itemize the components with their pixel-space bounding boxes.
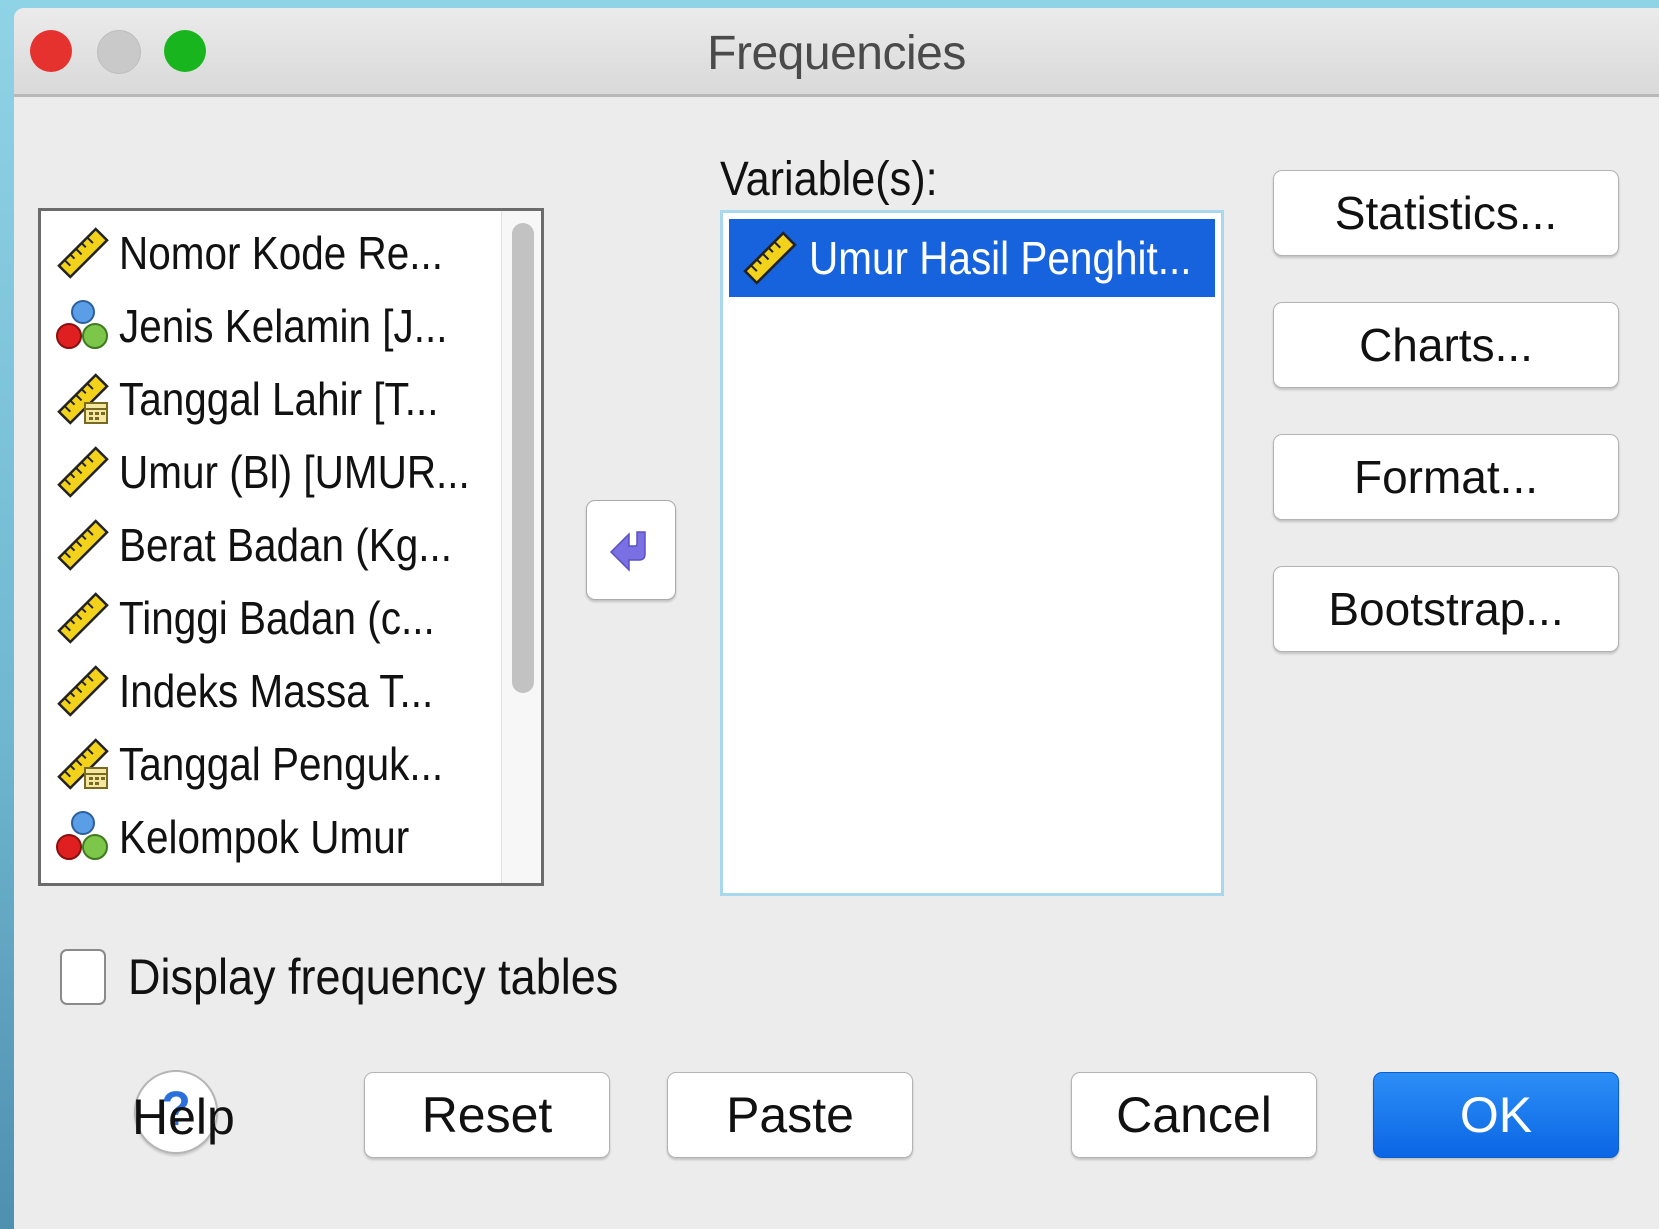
list-item[interactable]: Kelompok Umur [41, 807, 481, 867]
list-item-label: Nomor Kode Re... [119, 227, 443, 279]
window-title: Frequencies [707, 27, 966, 80]
selected-variable-item[interactable]: Umur Hasil Penghit... [729, 219, 1215, 297]
list-item-label: Umur (Bl) [UMUR... [119, 446, 470, 498]
list-item[interactable]: Tanggal Penguk... [41, 734, 481, 794]
source-variable-list[interactable]: Nomor Kode Re... Jenis Kelamin [J... Tan… [38, 208, 544, 886]
list-item-label: Tanggal Lahir [T... [119, 373, 439, 425]
vertical-scrollbar[interactable] [501, 211, 541, 883]
paste-button[interactable]: Paste [667, 1072, 913, 1158]
list-item-label: Tanggal Penguk... [119, 738, 444, 790]
list-item-label: Indeks Massa T... [119, 665, 434, 717]
reset-button[interactable]: Reset [364, 1072, 610, 1158]
list-item-label: Berat Badan (Kg... [119, 519, 453, 571]
display-frequency-tables-label: Display frequency tables [128, 949, 619, 1005]
bootstrap-button[interactable]: Bootstrap... [1273, 566, 1619, 652]
ok-button[interactable]: OK [1373, 1072, 1619, 1158]
move-variable-button[interactable] [586, 500, 676, 600]
list-item-label: Kelompok Umur [119, 811, 410, 863]
title-bar: Frequencies [14, 8, 1659, 97]
cancel-button[interactable]: Cancel [1071, 1072, 1317, 1158]
selected-variables-list[interactable]: Umur Hasil Penghit... [720, 210, 1224, 896]
charts-button[interactable]: Charts... [1273, 302, 1619, 388]
arrow-left-icon [609, 531, 646, 572]
format-button[interactable]: Format... [1273, 434, 1619, 520]
scale-ruler-icon [55, 444, 111, 500]
nominal-icon [55, 809, 111, 865]
date-scale-icon [55, 736, 111, 792]
display-frequency-tables-option[interactable]: Display frequency tables [60, 948, 673, 1006]
list-item[interactable]: Tinggi Badan (c... [41, 588, 481, 648]
list-item[interactable]: Berat Badan (Kg... [41, 515, 481, 575]
scale-ruler-icon [55, 225, 111, 281]
variables-label: Variable(s): [720, 153, 938, 206]
list-item-label: Tinggi Badan (c... [119, 592, 435, 644]
list-item[interactable]: Tanggal Lahir [T... [41, 369, 481, 429]
list-item[interactable]: Nomor Kode Re... [41, 223, 481, 283]
nominal-icon [55, 298, 111, 354]
date-scale-icon [55, 371, 111, 427]
help-label: Help [132, 1089, 235, 1145]
scale-ruler-icon [741, 229, 799, 287]
scrollbar-thumb[interactable] [512, 223, 534, 693]
list-item-label: Jenis Kelamin [J... [119, 300, 448, 352]
frequencies-dialog: Frequencies Nomor Kode Re... Jenis Kelam… [14, 8, 1659, 1229]
list-item[interactable]: Umur (Bl) [UMUR... [41, 442, 481, 502]
list-item[interactable]: Indeks Massa T... [41, 661, 481, 721]
statistics-button[interactable]: Statistics... [1273, 170, 1619, 256]
scale-ruler-icon [55, 663, 111, 719]
scale-ruler-icon [55, 590, 111, 646]
list-item[interactable]: Jenis Kelamin [J... [41, 296, 481, 356]
selected-variable-label: Umur Hasil Penghit... [809, 232, 1192, 284]
display-frequency-tables-checkbox[interactable] [60, 949, 106, 1005]
scale-ruler-icon [55, 517, 111, 573]
